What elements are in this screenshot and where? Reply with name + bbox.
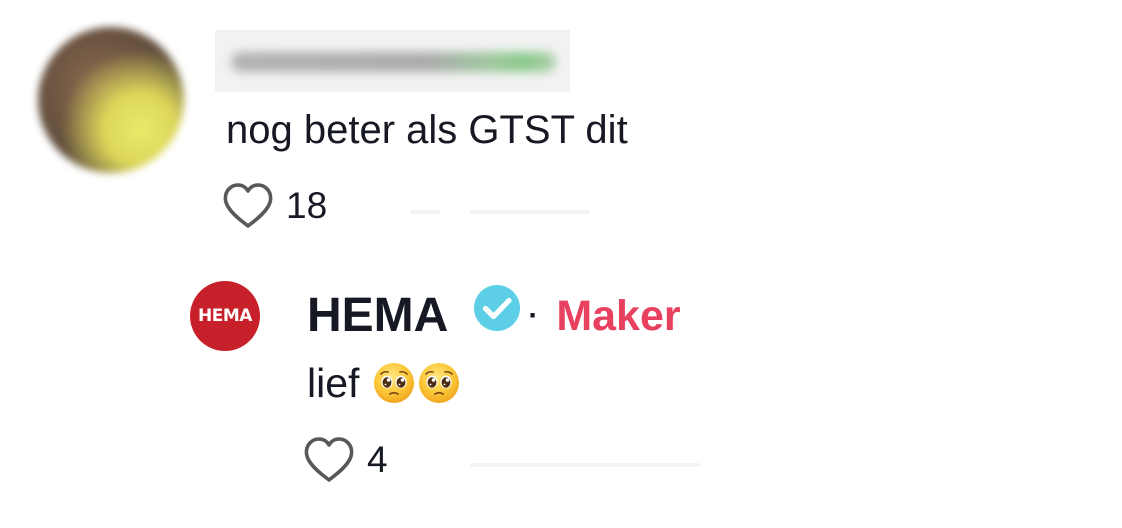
pleading-face-emoji <box>419 363 460 403</box>
faint-reply-action <box>470 210 590 214</box>
reply-header: HEMA · Maker <box>307 285 681 346</box>
separator-dot: · <box>528 299 539 332</box>
commenter-username-redacted[interactable] <box>215 30 570 92</box>
redaction-blur <box>231 52 556 72</box>
pleading-face-emoji <box>374 363 415 403</box>
hema-avatar[interactable]: HEMA <box>190 281 260 351</box>
faint-reply-action <box>470 463 700 467</box>
comment-like-count: 18 <box>286 185 328 226</box>
heart-icon <box>223 183 273 228</box>
comment-text: nog beter als GTST dit <box>226 108 628 152</box>
faint-reply-action <box>410 210 440 214</box>
hema-logo-text: HEMA <box>198 306 252 326</box>
comment-like-button[interactable]: 18 <box>222 182 327 230</box>
reply-text-content: lief <box>307 360 360 406</box>
reply-author-name[interactable]: HEMA <box>307 286 448 346</box>
commenter-avatar[interactable] <box>38 27 184 173</box>
reply-like-button[interactable]: 4 <box>303 436 388 484</box>
reply-text: lief <box>307 358 460 408</box>
verified-check-icon <box>474 285 521 331</box>
creator-badge: Maker <box>556 292 681 340</box>
heart-icon <box>304 437 354 482</box>
reply-like-count: 4 <box>367 439 388 480</box>
